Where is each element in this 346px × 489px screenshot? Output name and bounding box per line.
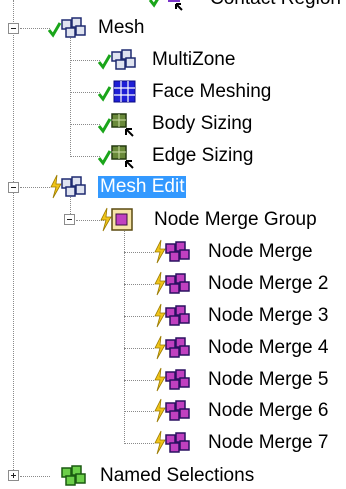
- expand-named-selections-toggle[interactable]: [8, 470, 19, 481]
- node-merge-icon: [154, 430, 190, 455]
- node-merge-group-icon: [100, 207, 133, 232]
- tree-node-label-selected: Mesh Edit: [98, 176, 187, 198]
- collapse-node-merge-group-toggle[interactable]: [64, 214, 75, 225]
- tree-node-label: Node Merge 6: [208, 400, 329, 421]
- tree-branch: [124, 252, 154, 253]
- tree-branch: [70, 124, 100, 125]
- tree-branch: [20, 187, 50, 188]
- tree-node-label: Edge Sizing: [152, 145, 254, 166]
- tree-branch: [20, 28, 50, 29]
- edge-sizing-icon: [98, 145, 134, 169]
- tree-branch: [70, 92, 100, 93]
- tree-node-label: Named Selections: [100, 465, 255, 486]
- mesh-edit-icon: [50, 174, 86, 199]
- tree-branch: [124, 284, 154, 285]
- node-merge-icon: [154, 367, 190, 392]
- tree-line-mesh: [70, 33, 71, 157]
- node-merge-icon: [154, 239, 190, 264]
- tree-branch: [124, 411, 154, 412]
- tree-branch: [20, 476, 50, 477]
- tree-branch: [124, 316, 154, 317]
- contact-region-icon: [148, 0, 183, 11]
- node-merge-icon: [154, 271, 190, 296]
- tree-node-label: Node Merge 3: [208, 305, 329, 326]
- node-merge-icon: [154, 303, 190, 328]
- tree-line-root: [13, 0, 14, 478]
- tree-branch: [124, 443, 154, 444]
- face-meshing-icon: [98, 80, 136, 103]
- tree-node-label: MultiZone: [152, 49, 236, 70]
- mesh-icon: [48, 17, 86, 38]
- multizone-icon: [98, 49, 136, 70]
- tree-node-label: Face Meshing: [152, 81, 272, 102]
- collapse-mesh-toggle[interactable]: [8, 23, 19, 34]
- tree-node-label: Node Merge 4: [208, 337, 329, 358]
- node-merge-icon: [154, 335, 190, 360]
- tree-node-label: Node Merge Group: [154, 209, 317, 230]
- tree-node-label: Node Merge 5: [208, 369, 329, 390]
- tree-branch: [124, 348, 154, 349]
- node-merge-icon: [154, 398, 190, 423]
- collapse-mesh-edit-toggle[interactable]: [8, 182, 19, 193]
- tree-node-label: Mesh: [98, 17, 145, 38]
- tree-node-label: Contact Region: [208, 0, 343, 10]
- tree-node-label: Node Merge 2: [208, 273, 329, 294]
- tree-branch: [124, 380, 154, 381]
- tree-branch: [70, 60, 100, 61]
- tree-branch: [70, 156, 100, 157]
- named-selections-icon: [61, 465, 86, 486]
- tree-node-label: Body Sizing: [152, 113, 253, 134]
- tree-node-label: Node Merge: [208, 241, 313, 262]
- tree-node-label: Node Merge 7: [208, 432, 329, 453]
- body-sizing-icon: [98, 113, 134, 137]
